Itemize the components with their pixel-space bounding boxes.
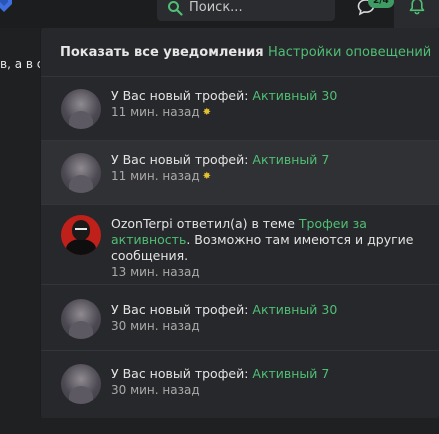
notification-settings-link[interactable]: Настройки оповещений — [268, 45, 431, 60]
notification-time: 30 мин. назад — [111, 383, 200, 397]
search-input[interactable] — [189, 0, 324, 15]
avatar[interactable] — [61, 364, 101, 404]
notifications-header: Показать все уведомления Настройки опове… — [41, 28, 439, 77]
trophy-link[interactable]: Активный 7 — [252, 366, 329, 381]
avatar[interactable] — [61, 153, 101, 193]
notification-item[interactable]: У Вас новый трофей: Активный 30 30 мин. … — [41, 285, 439, 351]
top-bar: 2/4 — [0, 0, 439, 28]
avatar[interactable] — [61, 89, 101, 129]
notification-time: 11 мин. назад ✸ — [111, 105, 212, 119]
site-logo-icon[interactable] — [0, 0, 16, 14]
messages-badge[interactable]: 2/4 — [368, 0, 394, 8]
notifications-dropdown: Показать все уведомления Настройки опове… — [40, 28, 439, 418]
notification-text: OzonTerpi ответил(а) в теме Трофеи за ак… — [111, 216, 414, 263]
background-text-snippet: в, а в с — [0, 57, 44, 71]
show-all-notifications-link[interactable]: Показать все уведомления — [60, 45, 264, 60]
avatar-glasses — [75, 228, 87, 230]
notification-item[interactable]: У Вас новый трофей: Активный 30 11 мин. … — [41, 77, 439, 141]
notification-text: У Вас новый трофей: Активный 7 — [111, 152, 330, 167]
avatar[interactable] — [61, 299, 101, 339]
unread-star-icon: ✸ — [202, 107, 212, 118]
trophy-link[interactable]: Активный 7 — [252, 152, 329, 167]
unread-star-icon: ✸ — [202, 171, 212, 182]
bell-icon — [409, 0, 425, 15]
notifications-button[interactable] — [394, 0, 439, 28]
avatar[interactable] — [61, 215, 101, 255]
notification-time: 11 мин. назад ✸ — [111, 169, 212, 183]
notification-text: У Вас новый трофей: Активный 30 — [111, 302, 338, 317]
avatar-figure — [66, 239, 96, 255]
trophy-link[interactable]: Активный 30 — [252, 302, 337, 317]
notification-text: У Вас новый трофей: Активный 7 — [111, 366, 330, 381]
notification-time: 13 мин. назад — [111, 265, 200, 279]
trophy-link[interactable]: Активный 30 — [252, 88, 337, 103]
notification-item[interactable]: У Вас новый трофей: Активный 7 11 мин. н… — [41, 141, 439, 205]
avatar-face — [72, 220, 90, 240]
search-box[interactable] — [157, 0, 335, 21]
search-icon — [168, 1, 183, 16]
notification-item[interactable]: У Вас новый трофей: Активный 7 30 мин. н… — [41, 351, 439, 418]
notification-text: У Вас новый трофей: Активный 30 — [111, 88, 338, 103]
notification-item[interactable]: OzonTerpi ответил(а) в теме Трофеи за ак… — [41, 205, 439, 285]
notification-time: 30 мин. назад — [111, 319, 200, 333]
